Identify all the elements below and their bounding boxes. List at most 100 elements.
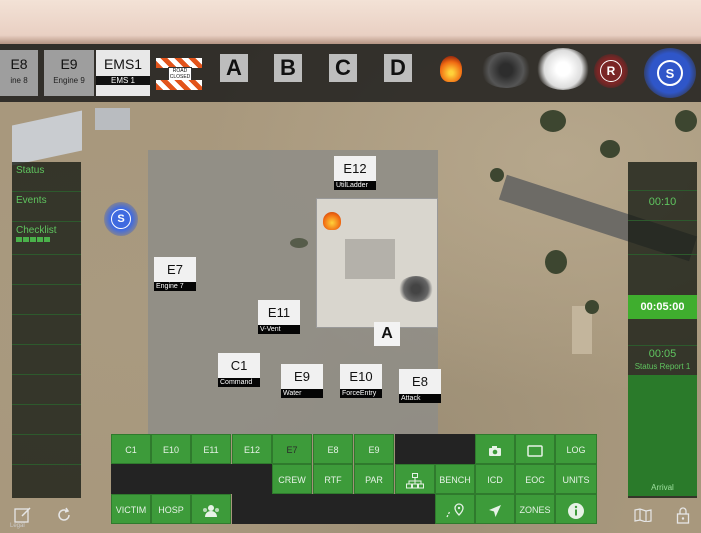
sky-band bbox=[0, 0, 701, 44]
log-button[interactable]: LOG bbox=[555, 434, 597, 464]
toolbar-unit-ems1[interactable]: EMS1 EMS 1 bbox=[96, 50, 150, 96]
grid-unit-e9[interactable]: E9 bbox=[354, 434, 394, 464]
lock-button[interactable] bbox=[676, 506, 690, 529]
unit-assignment: Command bbox=[218, 378, 260, 387]
grid-unit-e8[interactable]: E8 bbox=[313, 434, 353, 464]
hosp-button[interactable]: HOSP bbox=[151, 494, 191, 524]
info-button[interactable] bbox=[555, 494, 597, 524]
barricade-stripe bbox=[156, 80, 202, 90]
unit-tag-e10[interactable]: E10 ForceEntry bbox=[340, 364, 382, 398]
top-toolbar: E8 ine 8 E9 Engine 9 EMS1 EMS 1 ROAD CLO… bbox=[0, 44, 701, 102]
panel-divider bbox=[628, 190, 697, 191]
unit-code: E8 bbox=[399, 369, 441, 394]
road-closed-icon[interactable]: ROAD CLOSED bbox=[156, 54, 202, 92]
map-pin-icon bbox=[446, 502, 464, 517]
staging-marker[interactable]: S bbox=[104, 202, 138, 236]
rehab-button[interactable]: R bbox=[594, 54, 628, 88]
grid-unit-e12[interactable]: E12 bbox=[232, 434, 272, 464]
personnel-button[interactable] bbox=[191, 494, 231, 524]
smoke-icon bbox=[398, 276, 434, 302]
legal-link[interactable]: Legal bbox=[10, 523, 25, 529]
lock-icon bbox=[676, 507, 690, 524]
map-shrub bbox=[600, 140, 620, 158]
map-building-roof bbox=[12, 110, 82, 166]
side-b-button[interactable]: B bbox=[274, 54, 302, 82]
unit-assignment: Attack bbox=[399, 394, 441, 403]
left-panel: Status Events Checklist bbox=[12, 162, 81, 498]
unit-tag-e8[interactable]: E8 Attack bbox=[399, 369, 441, 403]
unit-tag-e11[interactable]: E11 V-Vent bbox=[258, 300, 300, 334]
fire-icon bbox=[323, 212, 341, 230]
org-chart-button[interactable] bbox=[395, 464, 435, 494]
crew-button[interactable]: CREW bbox=[272, 464, 312, 494]
staging-marker-label: S bbox=[111, 209, 131, 229]
toolbar-unit-name: Engine 9 bbox=[53, 76, 85, 85]
side-a-marker[interactable]: A bbox=[374, 322, 400, 346]
grid-unit-e11[interactable]: E11 bbox=[191, 434, 231, 464]
icd-button[interactable]: ICD bbox=[475, 464, 515, 494]
left-panel-row bbox=[12, 405, 81, 435]
zones-button[interactable]: ZONES bbox=[515, 494, 555, 524]
unit-tag-e7[interactable]: E7 Engine 7 bbox=[154, 257, 196, 291]
unit-assignment: Water bbox=[281, 389, 323, 398]
staging-button[interactable]: S bbox=[644, 48, 696, 98]
toolbar-unit-e9[interactable]: E9 Engine 9 bbox=[44, 50, 94, 96]
map-shrub bbox=[545, 250, 567, 274]
map-shrub bbox=[290, 238, 308, 248]
grid-unit-e7[interactable]: E7 bbox=[272, 434, 312, 464]
timer-2[interactable]: 00:05:00 bbox=[628, 295, 697, 319]
par-button[interactable]: PAR bbox=[354, 464, 394, 494]
refresh-icon bbox=[58, 507, 70, 521]
timer-3[interactable]: 00:05 bbox=[628, 348, 697, 360]
map-shrub bbox=[585, 300, 599, 314]
grid-unit-c1[interactable]: C1 bbox=[111, 434, 151, 464]
unit-code: E9 bbox=[281, 364, 323, 389]
victim-button[interactable]: VICTIM bbox=[111, 494, 151, 524]
left-panel-row bbox=[12, 375, 81, 405]
grid-unit-e10[interactable]: E10 bbox=[151, 434, 191, 464]
rehab-button-label: R bbox=[600, 60, 622, 82]
toolbar-unit-e8[interactable]: E8 ine 8 bbox=[0, 50, 38, 96]
dark-smoke-tool-icon[interactable] bbox=[480, 52, 532, 88]
side-c-button[interactable]: C bbox=[329, 54, 357, 82]
units-button[interactable]: UNITS bbox=[555, 464, 597, 494]
left-panel-row bbox=[12, 345, 81, 375]
panel-divider bbox=[628, 254, 697, 255]
left-panel-row bbox=[12, 255, 81, 285]
command-grid: C1 E10 E11 E12 E7 E8 E9 LOG CREW RTF PAR… bbox=[111, 434, 597, 524]
refresh-button[interactable] bbox=[56, 507, 72, 528]
unit-tag-e9[interactable]: E9 Water bbox=[281, 364, 323, 398]
left-panel-row bbox=[12, 435, 81, 465]
rtf-button[interactable]: RTF bbox=[313, 464, 353, 494]
bench-button[interactable]: BENCH bbox=[435, 464, 475, 494]
checklist-tab[interactable]: Checklist bbox=[12, 222, 81, 255]
eoc-button[interactable]: EOC bbox=[515, 464, 555, 494]
unit-code: E10 bbox=[340, 364, 382, 389]
unit-code: C1 bbox=[218, 353, 260, 378]
camera-button[interactable] bbox=[475, 434, 515, 464]
unit-code: E11 bbox=[258, 300, 300, 325]
timer-1[interactable]: 00:10 bbox=[628, 196, 697, 208]
right-panel: 00:10 00:05:00 00:05 Status Report 1 Arr… bbox=[628, 162, 697, 498]
map-button[interactable] bbox=[634, 508, 652, 527]
grid-empty bbox=[232, 494, 435, 524]
arrival-label: Arrival bbox=[651, 483, 674, 492]
status-tab[interactable]: Status bbox=[12, 162, 81, 192]
info-icon bbox=[568, 502, 584, 519]
light-smoke-tool-icon[interactable] bbox=[536, 48, 590, 90]
events-tab[interactable]: Events bbox=[12, 192, 81, 222]
fire-tool-icon[interactable] bbox=[440, 56, 462, 82]
checklist-tab-label: Checklist bbox=[16, 225, 57, 236]
side-d-button[interactable]: D bbox=[384, 54, 412, 82]
screen-button[interactable] bbox=[515, 434, 555, 464]
map-pin-button[interactable] bbox=[435, 494, 475, 524]
unit-tag-c1[interactable]: C1 Command bbox=[218, 353, 260, 387]
toolbar-unit-code: E9 bbox=[60, 56, 78, 72]
arrival-zone[interactable]: Arrival bbox=[628, 375, 697, 496]
unit-tag-e12[interactable]: E12 UtilLadder bbox=[334, 156, 376, 190]
navigate-button[interactable] bbox=[475, 494, 515, 524]
grid-empty bbox=[111, 464, 272, 494]
unit-code: E12 bbox=[334, 156, 376, 181]
side-a-button[interactable]: A bbox=[220, 54, 248, 82]
toolbar-unit-code: EMS1 bbox=[103, 56, 143, 72]
